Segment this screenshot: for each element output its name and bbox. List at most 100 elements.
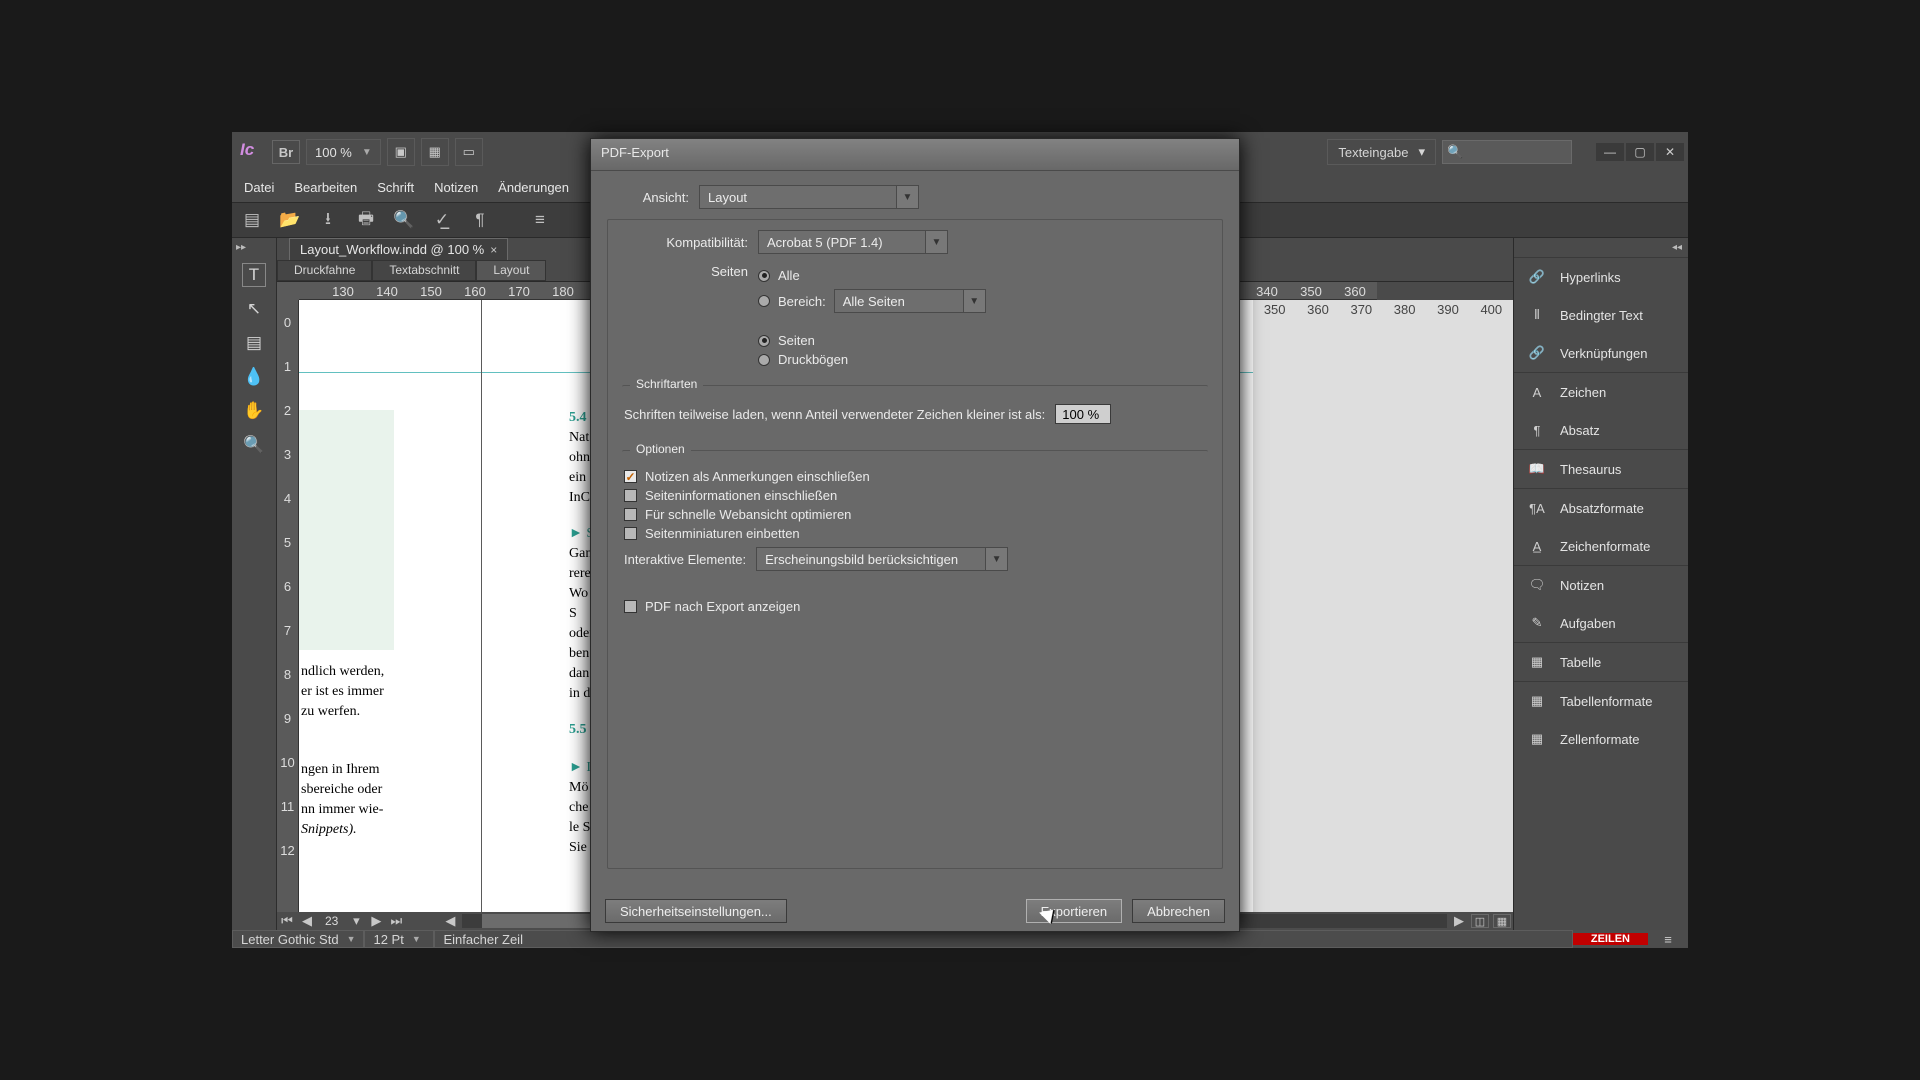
status-menu-icon[interactable]: ≡ (1648, 932, 1688, 947)
view-dropdown[interactable]: Layout▼ (699, 185, 919, 209)
zoom-value: 100 % (315, 145, 352, 160)
panel-zeichen[interactable]: AZeichen (1514, 373, 1688, 411)
collapse-panels-icon[interactable]: ◂◂ (1672, 242, 1682, 253)
security-settings-button[interactable]: Sicherheitseinstellungen... (605, 899, 787, 923)
view-tab-story[interactable]: Textabschnitt (372, 260, 476, 281)
page-number-field[interactable]: 23 (319, 914, 344, 928)
pages-spreads-radio[interactable] (758, 354, 770, 366)
search-icon: 🔍 (1447, 144, 1463, 160)
panel-verknüpfungen[interactable]: 🔗Verknüpfungen (1514, 334, 1688, 372)
new-doc-icon[interactable]: ▤ (242, 210, 262, 230)
vertical-ruler: 0123456789101112 (277, 300, 299, 912)
view-tab-layout[interactable]: Layout (476, 260, 546, 281)
opt-notes-checkbox[interactable] (624, 470, 637, 483)
panel-bedingter-text[interactable]: ⫴Bedingter Text (1514, 296, 1688, 334)
options-legend: Optionen (630, 442, 691, 456)
menu-toggle-icon[interactable]: ≡ (530, 210, 550, 230)
panel-zeichenformate[interactable]: A̲Zeichenformate (1514, 527, 1688, 565)
preflight-warning[interactable]: ZEILEN (1573, 933, 1648, 945)
panel-icon: ¶A (1526, 499, 1548, 517)
menu-type[interactable]: Schrift (377, 180, 414, 195)
font-size-dropdown[interactable]: 12 Pt▼ (364, 930, 434, 948)
panel-aufgaben[interactable]: ✎Aufgaben (1514, 604, 1688, 642)
menu-notes[interactable]: Notizen (434, 180, 478, 195)
screen-mode-icon[interactable]: ▣ (387, 138, 415, 166)
minimize-button[interactable]: — (1596, 143, 1624, 161)
menu-changes[interactable]: Änderungen (498, 180, 569, 195)
position-tool-icon[interactable]: ↖ (242, 297, 266, 321)
panel-absatz[interactable]: ¶ Absatz (1514, 411, 1688, 449)
compat-dropdown[interactable]: Acrobat 5 (PDF 1.4)▼ (758, 230, 948, 254)
eyedropper-icon[interactable]: 💧 (242, 365, 266, 389)
page-chevron-icon[interactable]: ▾ (348, 914, 364, 928)
type-tool-icon[interactable]: T (242, 263, 266, 287)
view-options-icon[interactable]: ▭ (455, 138, 483, 166)
view-mode-icon[interactable]: ▦ (1493, 914, 1511, 928)
paragraph-style-dropdown[interactable]: Einfacher Zeil (434, 930, 1572, 948)
menu-edit[interactable]: Bearbeiten (294, 180, 357, 195)
opt-fastweb-checkbox[interactable] (624, 508, 637, 521)
pages-range-radio[interactable] (758, 295, 770, 307)
panel-icon: ▦ (1526, 653, 1548, 671)
pages-all-radio[interactable] (758, 270, 770, 282)
hand-tool-icon[interactable]: ✋ (242, 399, 266, 423)
collapse-tools-icon[interactable]: ▸▸ (236, 242, 246, 253)
panel-hyperlinks[interactable]: 🔗Hyperlinks (1514, 258, 1688, 296)
view-label: Ansicht: (607, 190, 689, 205)
scroll-right-icon[interactable]: ▶ (1451, 914, 1467, 928)
document-tab-label: Layout_Workflow.indd @ 100 % (300, 242, 484, 257)
opt-viewafter-checkbox[interactable] (624, 600, 637, 613)
close-button[interactable]: ✕ (1656, 143, 1684, 161)
panel-label: Absatzformate (1560, 501, 1644, 516)
arrange-docs-icon[interactable]: ▦ (421, 138, 449, 166)
panel-label: Absatz (1560, 423, 1600, 438)
pages-pages-radio[interactable] (758, 335, 770, 347)
spellcheck-icon[interactable]: ✓̲ (432, 210, 452, 230)
app-logo: Ic (236, 139, 266, 165)
panel-label: Thesaurus (1560, 462, 1621, 477)
show-hidden-chars-icon[interactable]: ¶ (470, 210, 490, 230)
find-icon[interactable]: 🔍 (394, 210, 414, 230)
panel-tabelle[interactable]: ▦Tabelle (1514, 643, 1688, 681)
note-tool-icon[interactable]: ▤ (242, 331, 266, 355)
interactive-dropdown[interactable]: Erscheinungsbild berücksichtigen▼ (756, 547, 1008, 571)
workspace-dropdown[interactable]: Texteingabe ▾ (1327, 139, 1436, 165)
panel-tabellenformate[interactable]: ▦Tabellenformate (1514, 682, 1688, 720)
print-icon[interactable]: 🖶 (356, 210, 376, 230)
cancel-button[interactable]: Abbrechen (1132, 899, 1225, 923)
save-icon[interactable]: ⭳ (318, 210, 338, 230)
panel-icon: ✎ (1526, 614, 1548, 632)
panel-icon: ¶ (1526, 421, 1548, 439)
opt-pageinfo-checkbox[interactable] (624, 489, 637, 502)
prev-page-icon[interactable]: ◀ (299, 914, 315, 928)
help-search-input[interactable]: 🔍 (1442, 140, 1572, 164)
maximize-button[interactable]: ▢ (1626, 143, 1654, 161)
panel-thesaurus[interactable]: 📖Thesaurus (1514, 450, 1688, 488)
bridge-button[interactable]: Br (272, 140, 300, 164)
interactive-label: Interaktive Elemente: (624, 552, 746, 567)
range-dropdown[interactable]: Alle Seiten▼ (834, 289, 986, 313)
last-page-icon[interactable]: ⏭ (388, 914, 404, 928)
view-tab-galley[interactable]: Druckfahne (277, 260, 372, 281)
open-icon[interactable]: 📂 (280, 210, 300, 230)
panel-zellenformate[interactable]: ▦Zellenformate (1514, 720, 1688, 758)
document-tab[interactable]: Layout_Workflow.indd @ 100 % × (289, 238, 508, 260)
opt-thumbs-checkbox[interactable] (624, 527, 637, 540)
zoom-tool-icon[interactable]: 🔍 (242, 433, 266, 457)
zoom-dropdown[interactable]: 100 % ▼ (306, 139, 381, 165)
scroll-left-icon[interactable]: ◀ (442, 914, 458, 928)
panel-notizen[interactable]: 🗨Notizen (1514, 566, 1688, 604)
menu-file[interactable]: Datei (244, 180, 274, 195)
font-family-dropdown[interactable]: Letter Gothic Std▼ (232, 930, 364, 948)
close-tab-icon[interactable]: × (490, 243, 497, 257)
panel-absatzformate[interactable]: ¶A Absatzformate (1514, 489, 1688, 527)
fonts-percent-input[interactable]: 100 % (1055, 404, 1111, 424)
opt-notes-label: Notizen als Anmerkungen einschließen (645, 469, 870, 484)
panel-icon: A (1526, 383, 1548, 401)
first-page-icon[interactable]: ⏮ (279, 914, 295, 928)
split-view-icon[interactable]: ◫ (1471, 914, 1489, 928)
next-page-icon[interactable]: ▶ (368, 914, 384, 928)
export-button[interactable]: Exportieren (1026, 899, 1122, 923)
spreads-radio-label: Druckbögen (778, 352, 848, 367)
fonts-legend: Schriftarten (630, 377, 703, 391)
